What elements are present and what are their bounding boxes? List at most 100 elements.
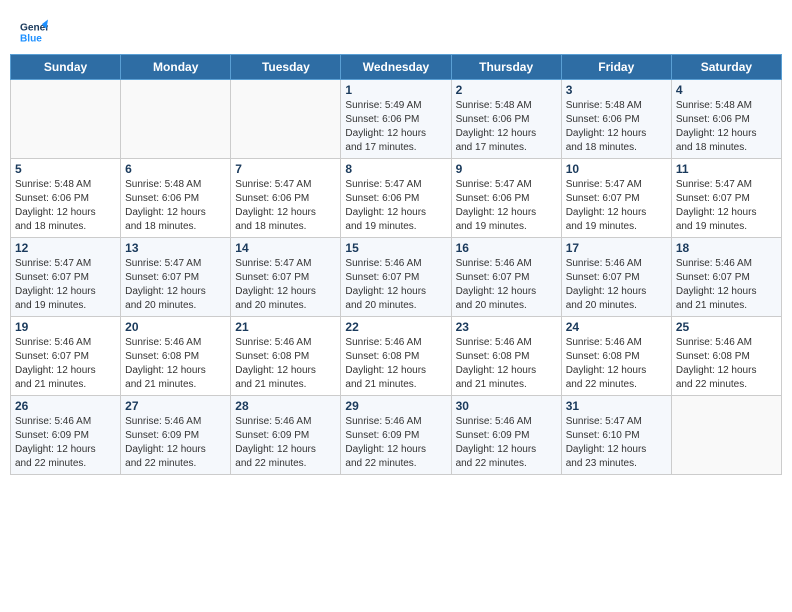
day-number: 19 xyxy=(15,320,116,334)
dow-header: Thursday xyxy=(451,55,561,80)
calendar-cell: 26 Sunrise: 5:46 AM Sunset: 6:09 PM Dayli… xyxy=(11,396,121,475)
calendar-cell: 27 Sunrise: 5:46 AM Sunset: 6:09 PM Dayli… xyxy=(121,396,231,475)
dow-header: Friday xyxy=(561,55,671,80)
day-number: 9 xyxy=(456,162,557,176)
logo: General Blue xyxy=(20,18,48,46)
calendar-body: 1 Sunrise: 5:49 AM Sunset: 6:06 PM Daylig… xyxy=(11,80,782,475)
dow-header: Tuesday xyxy=(231,55,341,80)
calendar-cell: 5 Sunrise: 5:48 AM Sunset: 6:06 PM Daylig… xyxy=(11,159,121,238)
day-number: 12 xyxy=(15,241,116,255)
calendar-week: 19 Sunrise: 5:46 AM Sunset: 6:07 PM Dayli… xyxy=(11,317,782,396)
day-info: Sunrise: 5:46 AM Sunset: 6:07 PM Dayligh… xyxy=(456,257,557,313)
day-info: Sunrise: 5:48 AM Sunset: 6:06 PM Dayligh… xyxy=(125,178,226,234)
day-info: Sunrise: 5:46 AM Sunset: 6:09 PM Dayligh… xyxy=(15,415,116,471)
day-number: 4 xyxy=(676,83,777,97)
day-info: Sunrise: 5:47 AM Sunset: 6:07 PM Dayligh… xyxy=(566,178,667,234)
day-number: 16 xyxy=(456,241,557,255)
day-number: 5 xyxy=(15,162,116,176)
day-info: Sunrise: 5:49 AM Sunset: 6:06 PM Dayligh… xyxy=(345,99,446,155)
calendar-cell: 6 Sunrise: 5:48 AM Sunset: 6:06 PM Daylig… xyxy=(121,159,231,238)
day-info: Sunrise: 5:46 AM Sunset: 6:08 PM Dayligh… xyxy=(456,336,557,392)
day-info: Sunrise: 5:46 AM Sunset: 6:08 PM Dayligh… xyxy=(125,336,226,392)
day-info: Sunrise: 5:46 AM Sunset: 6:07 PM Dayligh… xyxy=(676,257,777,313)
calendar-table: SundayMondayTuesdayWednesdayThursdayFrid… xyxy=(10,54,782,475)
dow-header: Sunday xyxy=(11,55,121,80)
calendar-cell xyxy=(671,396,781,475)
day-number: 6 xyxy=(125,162,226,176)
calendar-cell: 10 Sunrise: 5:47 AM Sunset: 6:07 PM Dayli… xyxy=(561,159,671,238)
day-info: Sunrise: 5:46 AM Sunset: 6:07 PM Dayligh… xyxy=(345,257,446,313)
day-info: Sunrise: 5:46 AM Sunset: 6:09 PM Dayligh… xyxy=(456,415,557,471)
calendar-cell: 23 Sunrise: 5:46 AM Sunset: 6:08 PM Dayli… xyxy=(451,317,561,396)
calendar-cell: 7Sunrise: 5:47 AM Sunset: 6:06 PM Daylig… xyxy=(231,159,341,238)
calendar-cell: 24 Sunrise: 5:46 AM Sunset: 6:08 PM Dayli… xyxy=(561,317,671,396)
day-number: 25 xyxy=(676,320,777,334)
day-info: Sunrise: 5:48 AM Sunset: 6:06 PM Dayligh… xyxy=(676,99,777,155)
dow-header: Wednesday xyxy=(341,55,451,80)
day-number: 10 xyxy=(566,162,667,176)
day-number: 27 xyxy=(125,399,226,413)
day-info: Sunrise: 5:47 AM Sunset: 6:06 PM Dayligh… xyxy=(235,178,336,234)
calendar-cell: 29 Sunrise: 5:46 AM Sunset: 6:09 PM Dayli… xyxy=(341,396,451,475)
day-info: Sunrise: 5:46 AM Sunset: 6:08 PM Dayligh… xyxy=(566,336,667,392)
day-number: 3 xyxy=(566,83,667,97)
days-of-week-row: SundayMondayTuesdayWednesdayThursdayFrid… xyxy=(11,55,782,80)
day-number: 8 xyxy=(345,162,446,176)
svg-text:Blue: Blue xyxy=(20,33,42,44)
calendar-week: 5 Sunrise: 5:48 AM Sunset: 6:06 PM Daylig… xyxy=(11,159,782,238)
day-number: 1 xyxy=(345,83,446,97)
calendar-cell: 22 Sunrise: 5:46 AM Sunset: 6:08 PM Dayli… xyxy=(341,317,451,396)
day-info: Sunrise: 5:47 AM Sunset: 6:07 PM Dayligh… xyxy=(15,257,116,313)
day-info: Sunrise: 5:47 AM Sunset: 6:07 PM Dayligh… xyxy=(125,257,226,313)
day-number: 21 xyxy=(235,320,336,334)
day-number: 18 xyxy=(676,241,777,255)
calendar-cell: 9Sunrise: 5:47 AM Sunset: 6:06 PM Daylig… xyxy=(451,159,561,238)
dow-header: Saturday xyxy=(671,55,781,80)
calendar-week: 26 Sunrise: 5:46 AM Sunset: 6:09 PM Dayli… xyxy=(11,396,782,475)
day-number: 15 xyxy=(345,241,446,255)
calendar-cell: 21Sunrise: 5:46 AM Sunset: 6:08 PM Dayli… xyxy=(231,317,341,396)
day-info: Sunrise: 5:46 AM Sunset: 6:08 PM Dayligh… xyxy=(345,336,446,392)
day-number: 28 xyxy=(235,399,336,413)
day-info: Sunrise: 5:46 AM Sunset: 6:07 PM Dayligh… xyxy=(566,257,667,313)
calendar-cell: 3Sunrise: 5:48 AM Sunset: 6:06 PM Daylig… xyxy=(561,80,671,159)
day-info: Sunrise: 5:47 AM Sunset: 6:10 PM Dayligh… xyxy=(566,415,667,471)
day-number: 22 xyxy=(345,320,446,334)
day-number: 14 xyxy=(235,241,336,255)
day-info: Sunrise: 5:46 AM Sunset: 6:07 PM Dayligh… xyxy=(15,336,116,392)
page-header: General Blue xyxy=(10,10,782,48)
day-number: 26 xyxy=(15,399,116,413)
calendar-week: 1 Sunrise: 5:49 AM Sunset: 6:06 PM Daylig… xyxy=(11,80,782,159)
day-info: Sunrise: 5:47 AM Sunset: 6:07 PM Dayligh… xyxy=(235,257,336,313)
logo-icon: General Blue xyxy=(20,18,48,46)
calendar-cell: 25Sunrise: 5:46 AM Sunset: 6:08 PM Dayli… xyxy=(671,317,781,396)
calendar-cell: 2 Sunrise: 5:48 AM Sunset: 6:06 PM Daylig… xyxy=(451,80,561,159)
day-number: 24 xyxy=(566,320,667,334)
calendar-cell: 17 Sunrise: 5:46 AM Sunset: 6:07 PM Dayli… xyxy=(561,238,671,317)
calendar-cell: 28 Sunrise: 5:46 AM Sunset: 6:09 PM Dayli… xyxy=(231,396,341,475)
day-number: 17 xyxy=(566,241,667,255)
calendar-cell: 12 Sunrise: 5:47 AM Sunset: 6:07 PM Dayli… xyxy=(11,238,121,317)
day-number: 29 xyxy=(345,399,446,413)
day-number: 31 xyxy=(566,399,667,413)
day-info: Sunrise: 5:47 AM Sunset: 6:06 PM Dayligh… xyxy=(345,178,446,234)
calendar-cell xyxy=(121,80,231,159)
calendar-cell: 15 Sunrise: 5:46 AM Sunset: 6:07 PM Dayli… xyxy=(341,238,451,317)
day-info: Sunrise: 5:46 AM Sunset: 6:09 PM Dayligh… xyxy=(125,415,226,471)
day-info: Sunrise: 5:46 AM Sunset: 6:09 PM Dayligh… xyxy=(235,415,336,471)
calendar-cell: 11 Sunrise: 5:47 AM Sunset: 6:07 PM Dayli… xyxy=(671,159,781,238)
calendar-week: 12 Sunrise: 5:47 AM Sunset: 6:07 PM Dayli… xyxy=(11,238,782,317)
day-number: 23 xyxy=(456,320,557,334)
calendar-cell: 16 Sunrise: 5:46 AM Sunset: 6:07 PM Dayli… xyxy=(451,238,561,317)
calendar-cell: 13 Sunrise: 5:47 AM Sunset: 6:07 PM Dayli… xyxy=(121,238,231,317)
calendar-cell: 14 Sunrise: 5:47 AM Sunset: 6:07 PM Dayli… xyxy=(231,238,341,317)
day-info: Sunrise: 5:48 AM Sunset: 6:06 PM Dayligh… xyxy=(15,178,116,234)
calendar-cell: 31 Sunrise: 5:47 AM Sunset: 6:10 PM Dayli… xyxy=(561,396,671,475)
day-number: 2 xyxy=(456,83,557,97)
day-info: Sunrise: 5:46 AM Sunset: 6:09 PM Dayligh… xyxy=(345,415,446,471)
calendar-cell xyxy=(11,80,121,159)
day-number: 13 xyxy=(125,241,226,255)
day-info: Sunrise: 5:48 AM Sunset: 6:06 PM Dayligh… xyxy=(456,99,557,155)
day-info: Sunrise: 5:47 AM Sunset: 6:07 PM Dayligh… xyxy=(676,178,777,234)
day-number: 11 xyxy=(676,162,777,176)
